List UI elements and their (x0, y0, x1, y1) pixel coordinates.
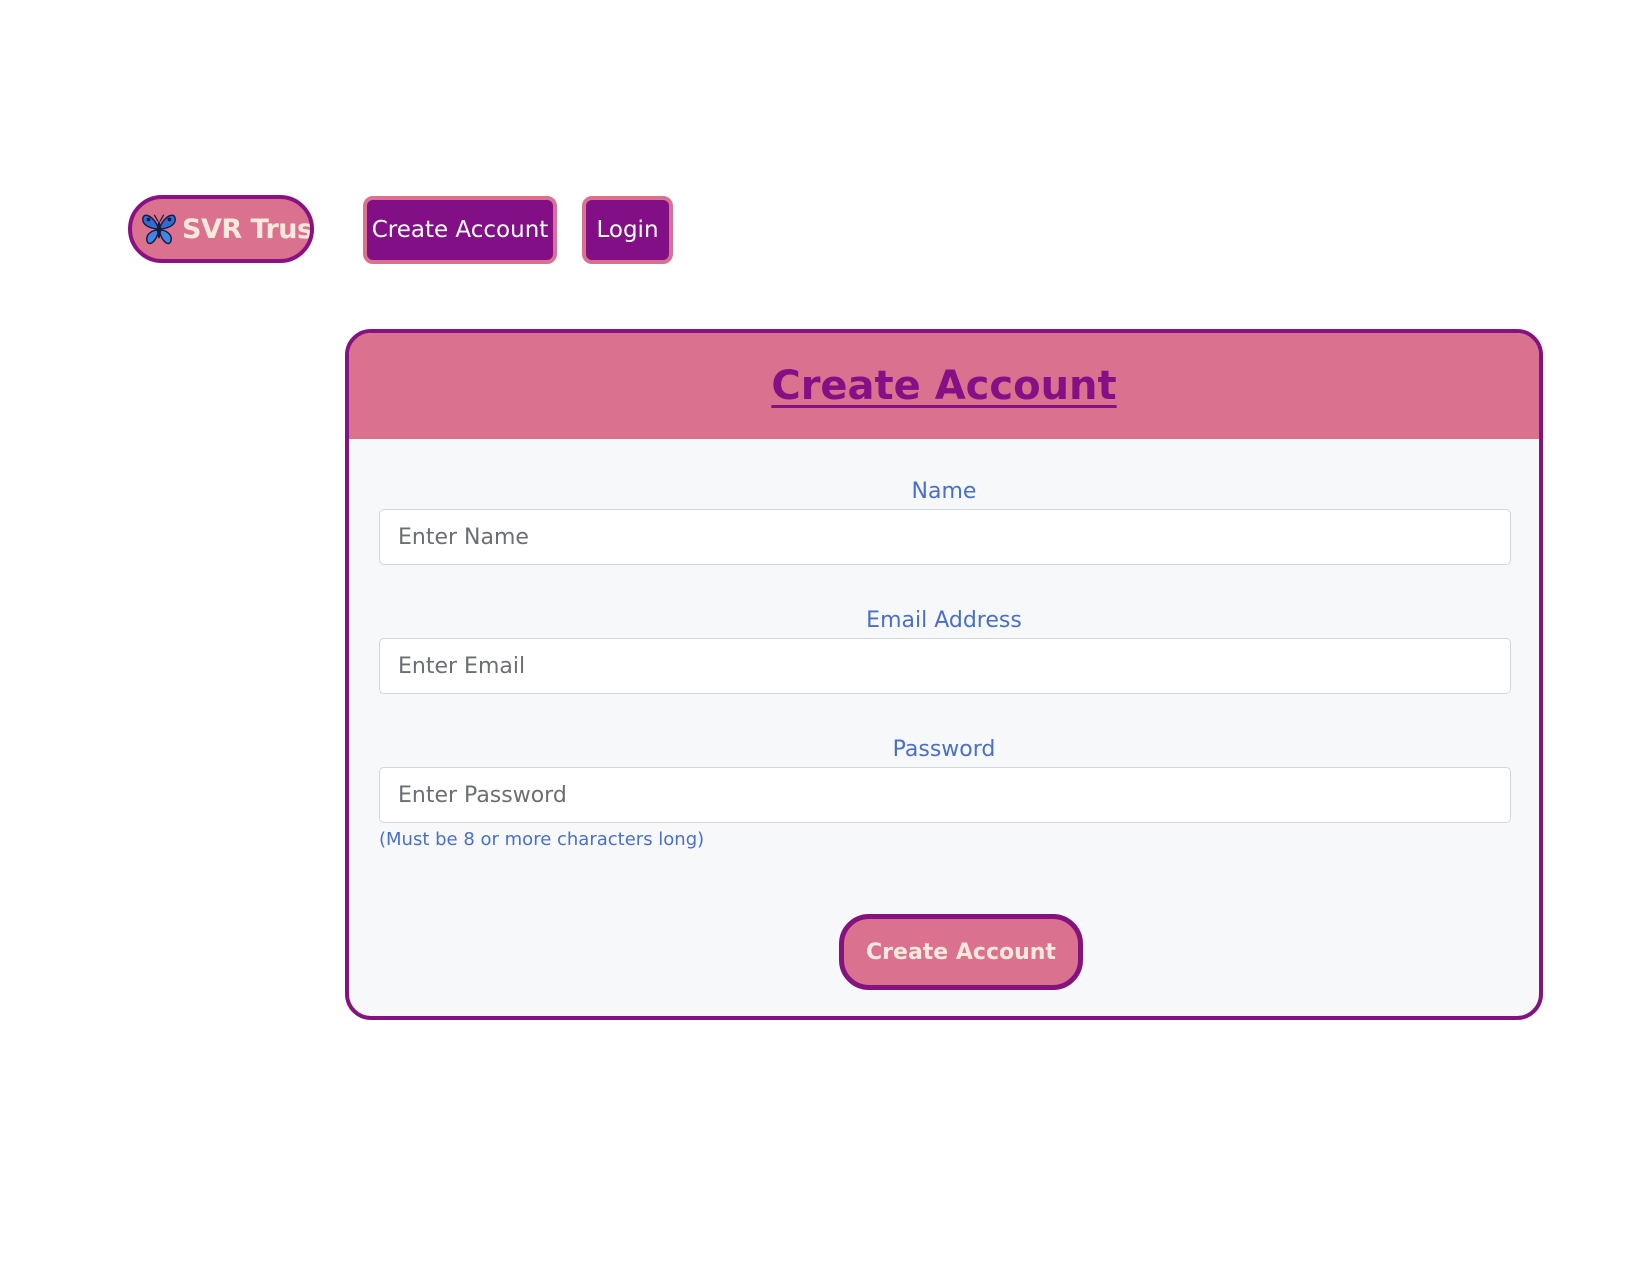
create-account-submit-button[interactable]: Create Account (839, 914, 1083, 990)
brand-logo-button[interactable]: SVR Trust (128, 195, 314, 263)
email-field[interactable] (379, 638, 1511, 694)
email-label: Email Address (866, 608, 1022, 633)
butterfly-icon (142, 214, 176, 245)
card-header: Create Account (349, 333, 1539, 439)
password-hint: (Must be 8 or more characters long) (379, 829, 705, 850)
create-account-card: Create Account Name Email Address Passwo… (345, 329, 1543, 1020)
brand-name: SVR Trust (182, 213, 314, 245)
name-field[interactable] (379, 509, 1511, 565)
nav-create-account-button[interactable]: Create Account (363, 196, 557, 264)
nav-login-button[interactable]: Login (582, 196, 673, 264)
password-field[interactable] (379, 767, 1511, 823)
password-label: Password (892, 737, 996, 762)
name-label: Name (911, 479, 977, 504)
page-title: Create Account (771, 363, 1117, 409)
